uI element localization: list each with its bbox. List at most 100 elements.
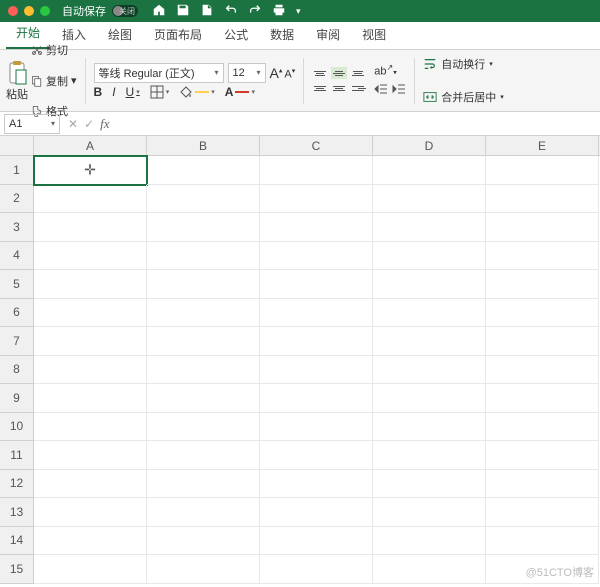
tab-page-layout[interactable]: 页面布局	[144, 20, 212, 49]
col-header-E[interactable]: E	[486, 136, 599, 155]
cell[interactable]	[260, 384, 373, 413]
cell[interactable]	[147, 413, 260, 442]
cell[interactable]	[373, 299, 486, 328]
fill-color-button[interactable]: ▾	[179, 85, 215, 99]
cell[interactable]	[373, 356, 486, 385]
cell[interactable]	[260, 270, 373, 299]
cell[interactable]	[260, 185, 373, 214]
cell[interactable]	[34, 270, 147, 299]
cell[interactable]	[486, 213, 599, 242]
cell[interactable]	[486, 441, 599, 470]
cell[interactable]	[373, 156, 486, 185]
cell[interactable]	[260, 555, 373, 584]
cell[interactable]	[373, 527, 486, 556]
align-center-icon[interactable]	[331, 82, 347, 94]
cell[interactable]	[34, 498, 147, 527]
close-window-button[interactable]	[8, 6, 18, 16]
cell[interactable]	[147, 527, 260, 556]
undo-icon[interactable]	[224, 3, 238, 20]
cell[interactable]	[373, 270, 486, 299]
font-color-button[interactable]: A▾	[225, 85, 255, 99]
cell[interactable]	[260, 441, 373, 470]
copy-button[interactable]: 复制▾	[31, 66, 77, 95]
cell[interactable]	[373, 498, 486, 527]
cell[interactable]	[486, 356, 599, 385]
cell[interactable]	[147, 470, 260, 499]
orientation-button[interactable]: ab↗▾	[374, 63, 406, 78]
cell[interactable]	[260, 527, 373, 556]
row-header[interactable]: 7	[0, 327, 34, 356]
cell[interactable]	[486, 299, 599, 328]
cell[interactable]	[147, 327, 260, 356]
cell[interactable]	[373, 470, 486, 499]
cell[interactable]	[147, 185, 260, 214]
cell[interactable]	[147, 441, 260, 470]
row-header[interactable]: 4	[0, 242, 34, 271]
paste-icon[interactable]	[6, 60, 28, 86]
cell[interactable]	[486, 413, 599, 442]
cell[interactable]	[260, 356, 373, 385]
cell[interactable]: ✛	[34, 156, 147, 185]
cell[interactable]	[486, 527, 599, 556]
row-header[interactable]: 12	[0, 470, 34, 499]
cell[interactable]	[34, 185, 147, 214]
row-header[interactable]: 14	[0, 527, 34, 556]
cell[interactable]	[34, 441, 147, 470]
increase-font-icon[interactable]: A▴	[270, 65, 283, 81]
cell[interactable]	[486, 242, 599, 271]
cell[interactable]	[486, 384, 599, 413]
cell[interactable]	[260, 213, 373, 242]
cell[interactable]	[373, 413, 486, 442]
cell[interactable]	[34, 384, 147, 413]
tab-view[interactable]: 视图	[352, 20, 396, 49]
print-icon[interactable]	[272, 3, 286, 20]
row-header[interactable]: 8	[0, 356, 34, 385]
cell[interactable]	[373, 185, 486, 214]
cell[interactable]	[260, 242, 373, 271]
cell[interactable]	[260, 299, 373, 328]
maximize-window-button[interactable]	[40, 6, 50, 16]
autosave-toggle[interactable]: 关闭	[112, 5, 138, 17]
italic-button[interactable]: I	[112, 85, 115, 99]
cell[interactable]	[34, 242, 147, 271]
cell[interactable]	[486, 156, 599, 185]
border-button[interactable]: ▾	[150, 85, 170, 99]
align-left-icon[interactable]	[312, 82, 328, 94]
cell[interactable]	[34, 356, 147, 385]
tab-review[interactable]: 审阅	[306, 20, 350, 49]
cell[interactable]	[147, 498, 260, 527]
cell[interactable]	[373, 384, 486, 413]
row-header[interactable]: 6	[0, 299, 34, 328]
cell[interactable]	[147, 384, 260, 413]
row-header[interactable]: 2	[0, 185, 34, 214]
col-header-C[interactable]: C	[260, 136, 373, 155]
cell[interactable]	[34, 527, 147, 556]
cell[interactable]	[486, 270, 599, 299]
font-name-select[interactable]: 等线 Regular (正文)▾	[94, 63, 224, 83]
bold-button[interactable]: B	[94, 85, 103, 99]
col-header-B[interactable]: B	[147, 136, 260, 155]
decrease-font-icon[interactable]: A▾	[284, 67, 295, 81]
cell[interactable]	[486, 498, 599, 527]
home-icon[interactable]	[152, 3, 166, 20]
underline-button[interactable]: U▾	[126, 85, 140, 99]
cell[interactable]	[373, 242, 486, 271]
align-top-icon[interactable]	[312, 67, 328, 79]
fx-icon[interactable]: fx	[100, 116, 109, 132]
merge-center-button[interactable]: 合并后居中▾	[423, 83, 504, 112]
cell[interactable]	[373, 213, 486, 242]
cell[interactable]	[260, 413, 373, 442]
cell[interactable]	[260, 470, 373, 499]
tab-formulas[interactable]: 公式	[214, 20, 258, 49]
new-icon[interactable]	[200, 3, 214, 20]
cell[interactable]	[373, 555, 486, 584]
minimize-window-button[interactable]	[24, 6, 34, 16]
row-header[interactable]: 10	[0, 413, 34, 442]
row-header[interactable]: 13	[0, 498, 34, 527]
tab-draw[interactable]: 绘图	[98, 20, 142, 49]
cell[interactable]	[486, 327, 599, 356]
select-all-corner[interactable]	[0, 136, 34, 155]
row-header[interactable]: 15	[0, 555, 34, 584]
qat-dropdown-icon[interactable]: ▾	[296, 6, 301, 17]
wrap-text-button[interactable]: 自动换行▾	[423, 50, 504, 79]
